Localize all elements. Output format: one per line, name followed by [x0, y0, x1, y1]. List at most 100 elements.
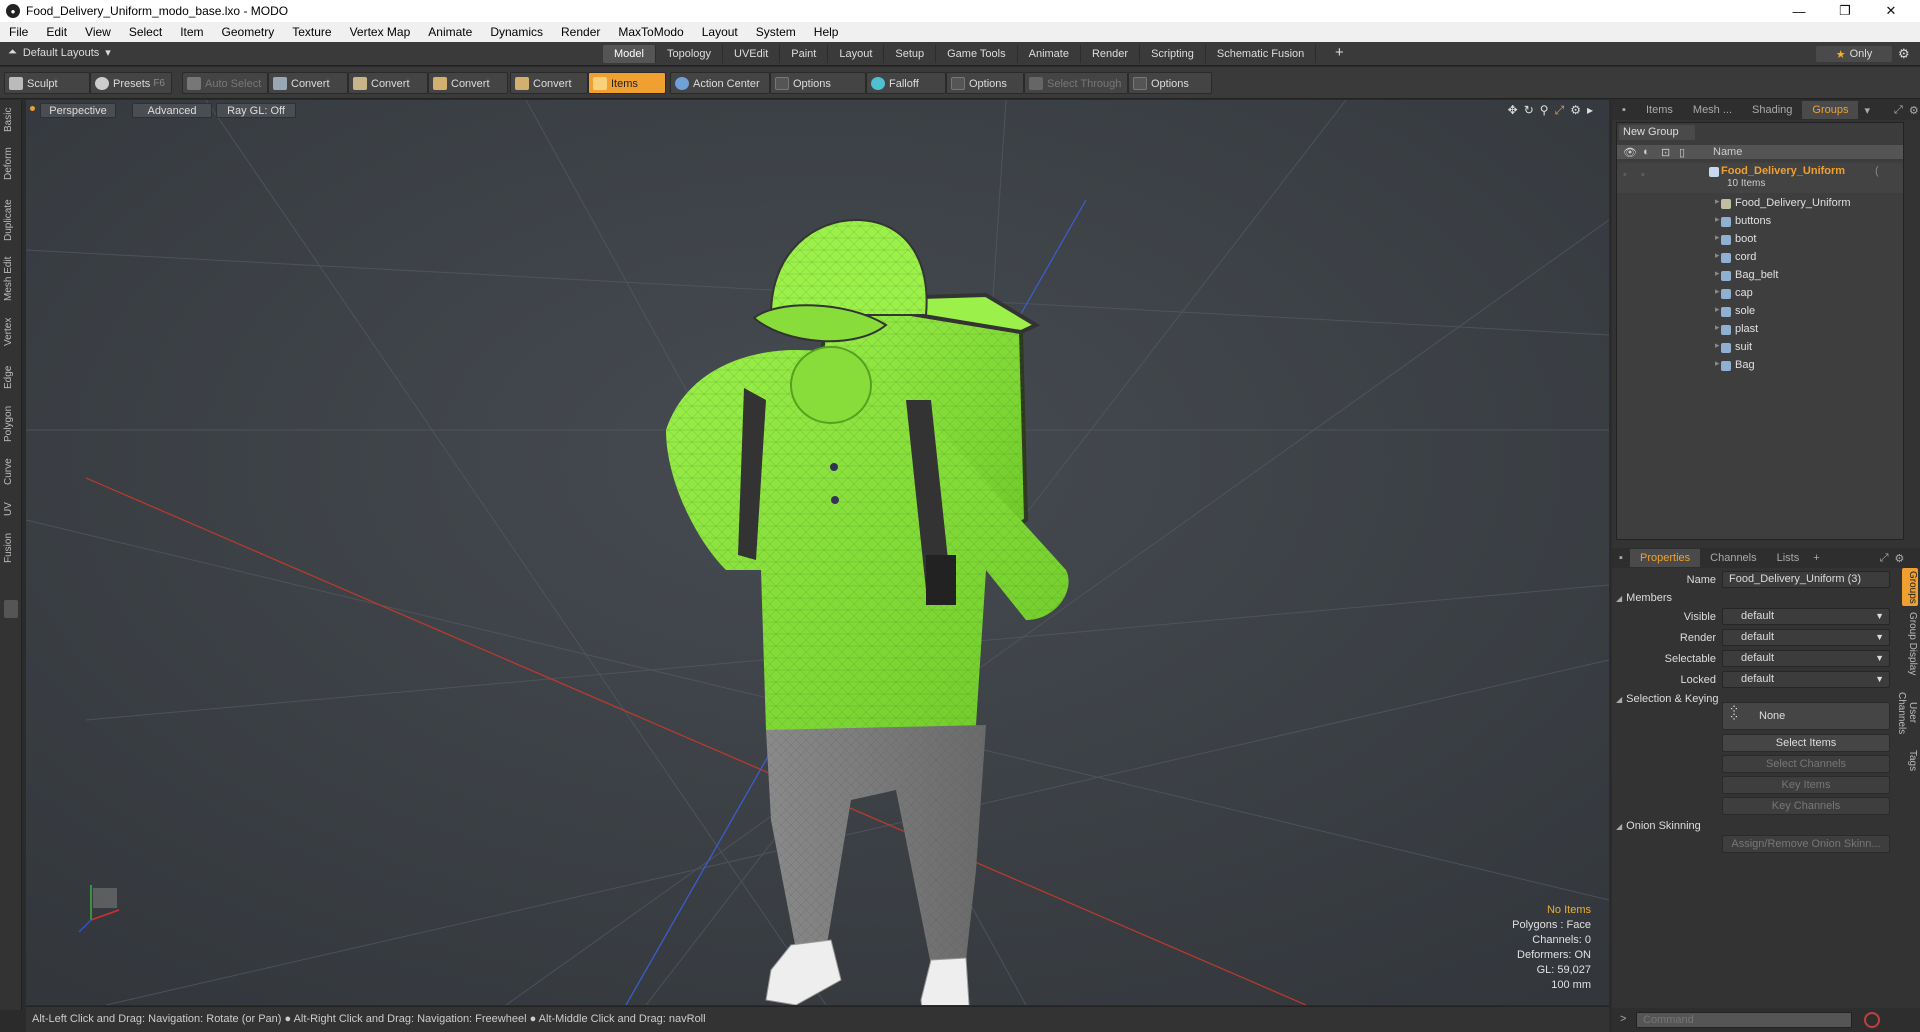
- left-tab-fusion[interactable]: Fusion: [3, 530, 19, 566]
- select-through-button[interactable]: Select Through: [1024, 72, 1128, 94]
- zoom-view-icon[interactable]: ⚲: [1540, 103, 1549, 118]
- key-channels-button[interactable]: Key Channels: [1722, 797, 1890, 815]
- falloff-button[interactable]: Falloff: [866, 72, 946, 94]
- left-tab-duplicate[interactable]: Duplicate: [3, 196, 19, 244]
- group-member-row[interactable]: ▸ cap: [1617, 285, 1903, 303]
- auto-select-button[interactable]: Auto Select: [182, 72, 268, 94]
- render-icon[interactable]: ◐: [1643, 146, 1650, 158]
- select-icon[interactable]: ▯: [1679, 146, 1685, 159]
- members-section[interactable]: ◢ Members: [1616, 592, 1672, 604]
- menu-render[interactable]: Render: [552, 25, 609, 39]
- options-button-3[interactable]: Options: [1128, 72, 1212, 94]
- name-field[interactable]: Food_Delivery_Uniform (3): [1722, 571, 1890, 588]
- convert-item-button[interactable]: Convert: [510, 72, 588, 94]
- left-tab-edge[interactable]: Edge: [3, 362, 19, 392]
- tab-paint[interactable]: Paint: [780, 45, 829, 63]
- render-select[interactable]: default ▼: [1722, 629, 1890, 646]
- action-center-button[interactable]: Action Center: [670, 72, 770, 94]
- left-tab-deform[interactable]: Deform: [3, 144, 19, 184]
- options-button-1[interactable]: Options: [770, 72, 866, 94]
- only-toggle[interactable]: ★ Only: [1816, 46, 1892, 62]
- left-tab-polygon[interactable]: Polygon: [3, 402, 19, 446]
- menu-file[interactable]: File: [0, 25, 37, 39]
- left-tab-mesh-edit[interactable]: Mesh Edit: [3, 254, 19, 304]
- convert-edge-button[interactable]: Convert: [348, 72, 428, 94]
- menu-texture[interactable]: Texture: [283, 25, 340, 39]
- options-button-2[interactable]: Options: [946, 72, 1024, 94]
- eye-dot-icon[interactable]: ◦: [1623, 169, 1627, 181]
- none-selector-button[interactable]: ⁘ ⁘ None: [1722, 702, 1890, 730]
- props-menu-dot-icon[interactable]: ▪: [1612, 552, 1630, 564]
- add-tab-plus-icon[interactable]: +: [1335, 44, 1344, 61]
- tab-items[interactable]: Items: [1636, 101, 1683, 119]
- group-member-row[interactable]: ▸ buttons: [1617, 213, 1903, 231]
- tab-uvedit[interactable]: UVEdit: [723, 45, 781, 63]
- raygl-toggle[interactable]: Ray GL: Off: [216, 103, 296, 118]
- left-tab-curve[interactable]: Curve: [3, 456, 19, 488]
- default-layouts-dropdown[interactable]: ⏶ Default Layouts ▾: [8, 46, 111, 59]
- sculpt-button[interactable]: Sculpt: [4, 72, 90, 94]
- tab-schematic-fusion[interactable]: Schematic Fusion: [1205, 45, 1317, 63]
- maximize-button[interactable]: ❐: [1822, 0, 1868, 22]
- side-tab-groups[interactable]: Groups: [1902, 568, 1918, 606]
- presets-button[interactable]: Presets F6: [90, 72, 172, 94]
- tab-topology[interactable]: Topology: [655, 45, 724, 63]
- viewport-expand-icon[interactable]: ▸: [1587, 103, 1593, 118]
- props-gear-icon[interactable]: ⚙: [1895, 552, 1905, 565]
- command-input[interactable]: [1636, 1012, 1852, 1028]
- group-member-row[interactable]: ▸ sole: [1617, 303, 1903, 321]
- menu-geometry[interactable]: Geometry: [213, 25, 284, 39]
- key-items-button[interactable]: Key Items: [1722, 776, 1890, 794]
- left-tab-vertex[interactable]: Vertex: [3, 314, 19, 350]
- lock-icon[interactable]: ⊡: [1661, 146, 1670, 159]
- convert-polygon-button[interactable]: Convert: [428, 72, 508, 94]
- tab-lists[interactable]: Lists: [1767, 549, 1810, 567]
- tab-animate[interactable]: Animate: [1017, 45, 1081, 63]
- left-tab-uv[interactable]: UV: [3, 498, 19, 520]
- menu-vertex-map[interactable]: Vertex Map: [341, 25, 420, 39]
- select-channels-button[interactable]: Select Channels: [1722, 755, 1890, 773]
- menu-edit[interactable]: Edit: [37, 25, 76, 39]
- record-macro-icon[interactable]: [1864, 1012, 1880, 1028]
- group-member-row[interactable]: ▸ Food_Delivery_Uniform: [1617, 195, 1903, 213]
- selection-keying-section[interactable]: ◢ Selection & Keying: [1616, 693, 1719, 705]
- onion-skinning-section[interactable]: ◢ Onion Skinning: [1616, 820, 1701, 832]
- tab-render[interactable]: Render: [1080, 45, 1141, 63]
- menu-help[interactable]: Help: [805, 25, 848, 39]
- selectable-select[interactable]: default ▼: [1722, 650, 1890, 667]
- add-props-tab-plus-icon[interactable]: +: [1813, 552, 1819, 564]
- props-expand-icon[interactable]: ⤢: [1880, 552, 1889, 565]
- left-tab-basic[interactable]: Basic: [3, 104, 19, 136]
- menu-maxtomodo[interactable]: MaxToModo: [609, 25, 692, 39]
- side-tab-tags[interactable]: Tags: [1902, 748, 1918, 774]
- panel-toggle-button[interactable]: [4, 600, 18, 618]
- advanced-dropdown[interactable]: Advanced: [132, 103, 212, 118]
- gear-icon[interactable]: ⚙: [1898, 46, 1910, 62]
- select-items-button[interactable]: Select Items: [1722, 734, 1890, 752]
- group-member-row[interactable]: ▸ Bag: [1617, 357, 1903, 375]
- tab-setup[interactable]: Setup: [884, 45, 937, 63]
- group-member-row[interactable]: ▸ cord: [1617, 249, 1903, 267]
- tab-mesh[interactable]: Mesh ...: [1683, 101, 1742, 119]
- group-member-row[interactable]: ▸ boot: [1617, 231, 1903, 249]
- tab-scripting[interactable]: Scripting: [1140, 45, 1206, 63]
- tab-shading[interactable]: Shading: [1742, 101, 1802, 119]
- perspective-dropdown[interactable]: Perspective: [40, 103, 116, 118]
- render-dot-icon[interactable]: ◦: [1641, 169, 1645, 181]
- menu-item[interactable]: Item: [171, 25, 212, 39]
- panel-menu-dot-icon[interactable]: ▪: [1612, 104, 1636, 116]
- viewport-gear-icon[interactable]: ⚙: [1570, 103, 1581, 118]
- side-tab-group-display[interactable]: Group Display: [1902, 610, 1918, 678]
- visible-select[interactable]: default ▼: [1722, 608, 1890, 625]
- convert-vertex-button[interactable]: Convert: [268, 72, 348, 94]
- group-root-row[interactable]: ◦ ◦ Food_Delivery_Uniform ( 10 Items: [1617, 163, 1903, 193]
- group-member-row[interactable]: ▸ suit: [1617, 339, 1903, 357]
- close-button[interactable]: ✕: [1868, 0, 1914, 22]
- minimize-button[interactable]: —: [1776, 0, 1822, 22]
- tab-groups[interactable]: Groups: [1802, 101, 1859, 119]
- items-mode-button[interactable]: Items: [588, 72, 666, 94]
- panel-gear-icon[interactable]: ⚙: [1909, 104, 1919, 117]
- viewport-menu-dot-icon[interactable]: [30, 106, 35, 111]
- 3d-viewport[interactable]: Perspective Advanced Ray GL: Off ✥ ↻ ⚲ ⤢…: [26, 100, 1609, 1005]
- visibility-eye-icon[interactable]: 👁: [1623, 146, 1637, 159]
